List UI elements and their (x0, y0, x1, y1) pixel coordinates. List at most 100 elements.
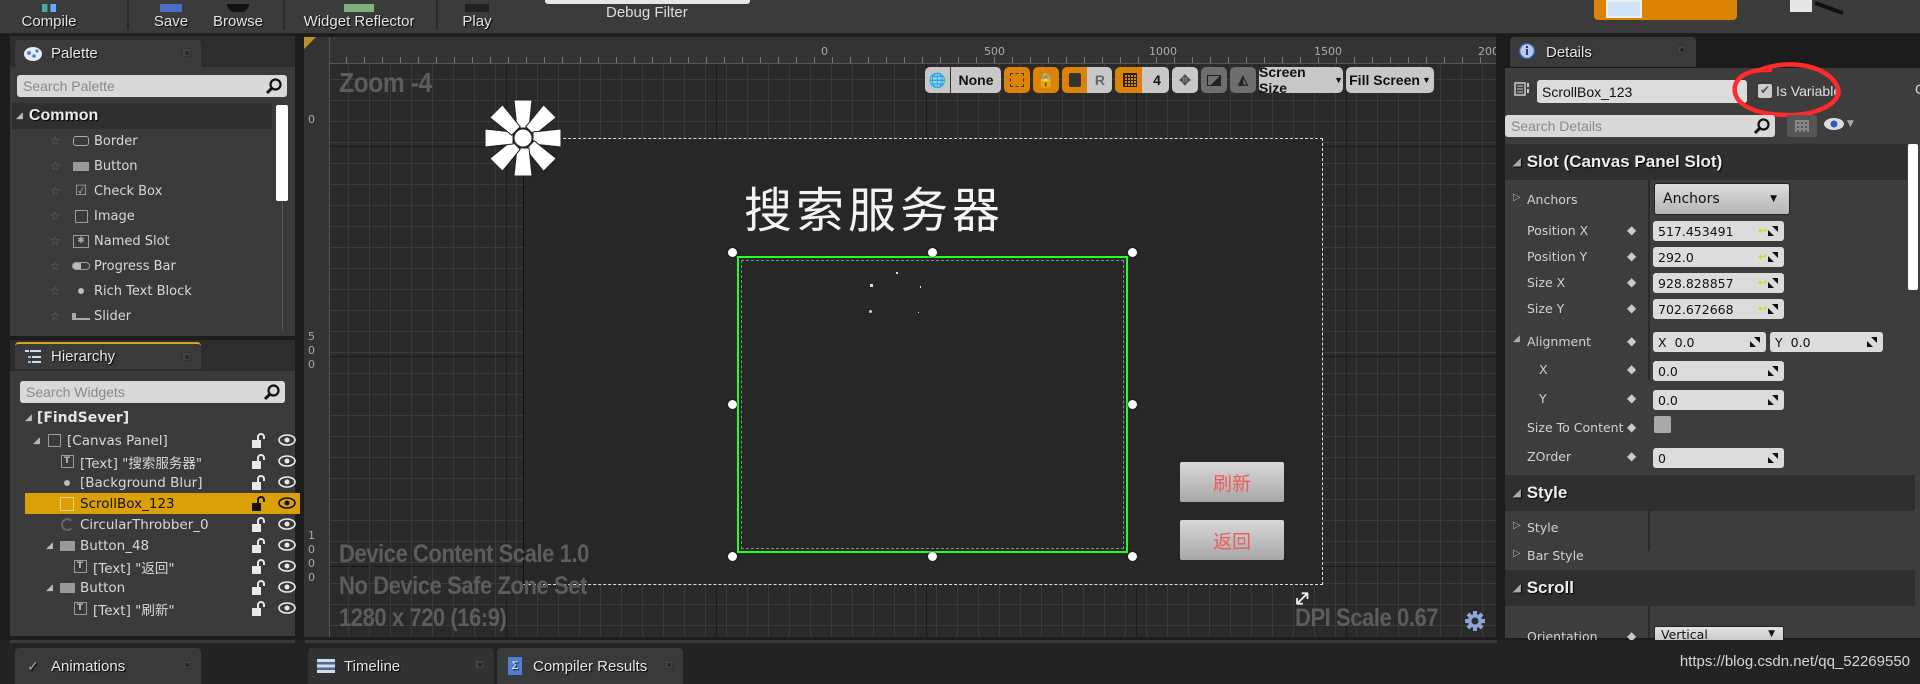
eye-icon[interactable] (278, 560, 296, 572)
compile-button[interactable]: Compile (10, 0, 88, 30)
reset-to-default-icon[interactable]: ↩ (1758, 224, 1768, 237)
close-icon[interactable]: × (182, 660, 191, 669)
palette-search-input[interactable]: Search Palette (17, 75, 287, 97)
hierarchy-row[interactable]: ◢ Button_48 (25, 535, 300, 556)
binding-icon[interactable]: ◆ (1627, 275, 1639, 289)
screen-size-dropdown[interactable]: Screen Size ▼ (1259, 64, 1343, 96)
refresh-button[interactable]: 刷新 (1180, 462, 1284, 502)
toggle-lock-button[interactable]: 🔒 (1033, 67, 1059, 93)
palette-item-check-box[interactable]: ☆ ☑ Check Box (50, 180, 162, 202)
designer-mode-button[interactable] (1594, 0, 1737, 20)
favorite-star-icon[interactable]: ☆ (50, 309, 64, 323)
column-divider[interactable] (1648, 606, 1650, 638)
spin-arrows-icon[interactable] (1768, 278, 1778, 288)
eye-icon[interactable] (278, 455, 296, 467)
tab-details[interactable]: Details × (1510, 37, 1696, 67)
reset-to-default-icon[interactable]: ↩ (1758, 302, 1768, 315)
grid-snap-toggle[interactable]: 4 (1115, 67, 1169, 93)
spin-arrows-icon[interactable] (1768, 304, 1778, 314)
flip-button[interactable]: ◭ (1230, 67, 1256, 93)
binding-icon[interactable]: ◆ (1627, 391, 1639, 405)
binding-icon[interactable]: ◆ (1627, 420, 1639, 434)
favorite-star-icon[interactable]: ☆ (50, 259, 64, 273)
binding-icon[interactable]: ◆ (1627, 223, 1639, 237)
tab-timeline[interactable]: Timeline × (308, 648, 494, 684)
palette-item-rich-text-block[interactable]: ☆ Rich Text Block (50, 280, 192, 302)
favorite-star-icon[interactable]: ☆ (50, 209, 64, 223)
back-button[interactable]: 返回 (1180, 520, 1284, 560)
resize-handle[interactable] (1128, 552, 1137, 561)
spin-arrows-icon[interactable] (1768, 453, 1778, 463)
localization-dropdown[interactable]: 🌐 None (925, 67, 1001, 93)
settings-gear-icon[interactable] (1464, 610, 1486, 632)
expand-triangle-icon[interactable]: ◢ (46, 541, 58, 551)
eye-icon[interactable] (278, 518, 296, 530)
collapsed-triangle-icon[interactable]: ▷ (1513, 192, 1521, 203)
browse-button[interactable]: Browse (208, 0, 268, 30)
expand-triangle-icon[interactable]: ◢ (33, 436, 45, 446)
section-slot[interactable]: ◢ Slot (Canvas Panel Slot) (1505, 144, 1907, 180)
favorite-star-icon[interactable]: ☆ (50, 284, 64, 298)
column-divider[interactable] (1648, 180, 1650, 380)
spin-arrows-icon[interactable] (1750, 337, 1760, 347)
resize-handle[interactable] (1128, 400, 1137, 409)
hierarchy-row[interactable]: T [Text] "刷新" (25, 598, 300, 619)
reset-to-default-icon[interactable]: ↩ (1758, 276, 1768, 289)
spin-arrows-icon[interactable] (1768, 395, 1778, 405)
spin-arrows-icon[interactable] (1768, 366, 1778, 376)
toggle-outline-button[interactable] (1004, 67, 1030, 93)
palette-item-slider[interactable]: ☆ Slider (50, 305, 131, 327)
unlock-icon[interactable] (252, 517, 266, 532)
palette-item-progress-bar[interactable]: ☆ Progress Bar (50, 255, 176, 277)
favorite-star-icon[interactable]: ☆ (50, 184, 64, 198)
property-matrix-button[interactable] (1787, 115, 1817, 137)
hierarchy-row[interactable]: ScrollBox_123 (25, 493, 300, 514)
expand-triangle-icon[interactable]: ◢ (1513, 334, 1520, 344)
palette-item-named-slot[interactable]: ☆ ✱ Named Slot (50, 230, 170, 252)
hierarchy-root[interactable]: ◢ [FindSever] (25, 407, 129, 429)
favorite-star-icon[interactable]: ☆ (50, 134, 64, 148)
play-button[interactable]: Play (452, 0, 502, 30)
unlock-icon[interactable] (252, 496, 266, 511)
eye-icon[interactable] (278, 539, 296, 551)
hierarchy-row[interactable]: ◢ Button (25, 577, 300, 598)
eye-icon[interactable] (278, 476, 296, 488)
spin-arrows-icon[interactable] (1867, 337, 1877, 347)
alignment-y-input[interactable]: Y 0.0 (1770, 332, 1883, 352)
hierarchy-search-input[interactable]: Search Widgets (20, 381, 285, 403)
tab-animations[interactable]: ✓ Animations × (15, 648, 201, 684)
anchor-icon[interactable] (482, 97, 564, 179)
eye-icon[interactable] (278, 581, 296, 593)
binding-icon[interactable]: ◆ (1627, 334, 1639, 348)
unlock-icon[interactable] (252, 601, 266, 616)
palette-category-common[interactable]: ◢ Common (12, 103, 272, 129)
alignment-x-input[interactable]: X 0.0 (1653, 332, 1766, 352)
x-input[interactable]: 0.0 (1653, 361, 1784, 381)
hierarchy-row[interactable]: CircularThrobber_0 (25, 514, 300, 535)
tab-hierarchy[interactable]: Hierarchy × (15, 342, 201, 369)
y-input[interactable]: 0.0 (1653, 390, 1784, 410)
size-to-content-checkbox[interactable] (1654, 416, 1671, 433)
zoom-to-fit-button[interactable]: ✥ (1172, 67, 1198, 93)
tab-compiler-results[interactable]: Σ Compiler Results × (497, 648, 683, 684)
hierarchy-row[interactable]: T [Text] "搜索服务器" (25, 451, 300, 472)
close-icon[interactable]: × (475, 660, 484, 669)
column-divider[interactable] (1648, 511, 1650, 551)
section-style[interactable]: ◢ Style (1505, 475, 1915, 511)
close-icon[interactable]: × (664, 660, 673, 669)
unlock-icon[interactable] (252, 475, 266, 490)
details-scrollbar[interactable] (1908, 144, 1918, 290)
tab-palette[interactable]: Palette × (15, 40, 201, 67)
reset-to-default-icon[interactable]: ↩ (1758, 250, 1768, 263)
eye-icon[interactable] (278, 497, 296, 509)
palette-item-image[interactable]: ☆ Image (50, 205, 135, 227)
save-button[interactable]: Save (148, 0, 194, 30)
unlock-icon[interactable] (252, 538, 266, 553)
resize-handle[interactable] (728, 552, 737, 561)
expand-triangle-icon[interactable]: ◢ (46, 583, 58, 593)
palette-item-border[interactable]: ☆ Border (50, 130, 138, 152)
respect-locks-toggle[interactable]: R (1062, 67, 1112, 93)
palette-scrollbar[interactable] (276, 105, 288, 201)
resize-handle[interactable] (728, 400, 737, 409)
binding-icon[interactable]: ◆ (1627, 362, 1639, 376)
